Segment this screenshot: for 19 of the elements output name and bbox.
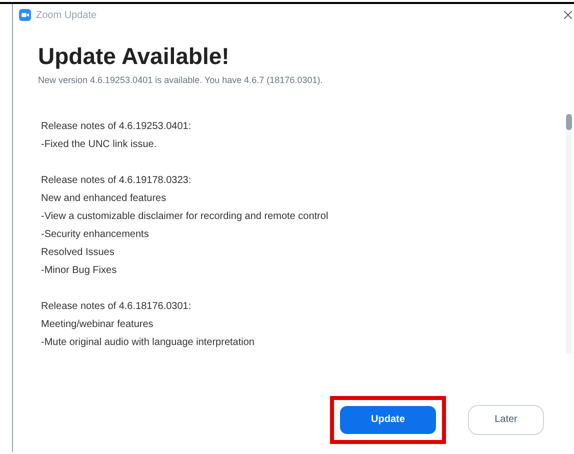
release-note-line: New and enhanced features [41, 192, 168, 206]
video-camera-icon [19, 9, 31, 21]
release-notes-heading: Release notes of 4.6.19253.0401: [41, 120, 192, 134]
window-title: Zoom Update [36, 8, 97, 22]
release-note-line: -Mute original audio with language interpretation [41, 336, 256, 350]
update-button[interactable]: Update [340, 406, 436, 434]
close-icon[interactable] [564, 11, 572, 19]
release-note-line: Meeting/webinar features [41, 318, 154, 332]
later-button[interactable]: Later [468, 404, 544, 434]
release-note-line: -Fixed the UNC link issue. [41, 138, 158, 152]
version-info: New version 4.6.19253.0401 is available. You have 4.6.7 (18176.0301). [38, 74, 324, 87]
release-notes-heading: Release notes of 4.6.18176.0301: [41, 300, 192, 314]
release-note-line: -Security enhancements [41, 228, 150, 242]
release-notes-heading: Release notes of 4.6.19178.0323: [41, 174, 192, 188]
release-note-line: Resolved Issues [41, 246, 116, 260]
release-note-line: -View a customizable disclaimer for recording and remote control [41, 210, 330, 224]
scrollbar[interactable] [566, 114, 572, 354]
release-note-line: -Minor Bug Fixes [41, 264, 118, 278]
dialog-heading: Update Available! [38, 42, 230, 70]
